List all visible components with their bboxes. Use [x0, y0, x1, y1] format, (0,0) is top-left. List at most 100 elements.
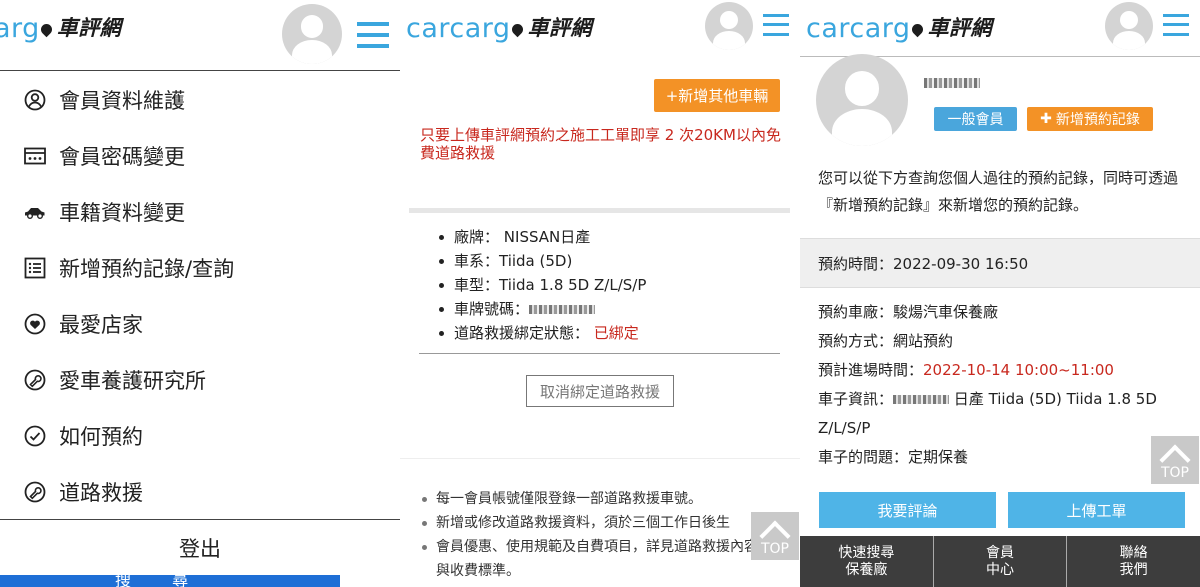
promo-note: 只要上傳車評網預約之施工工單即享 2 次20KM以內免費道路救援 [420, 126, 781, 162]
map-pin-icon [38, 21, 55, 38]
booking-intro: 您可以從下方查詢您個人過往的預約記錄，同時可透過『新增預約記錄』來新增您的預約記… [818, 169, 1179, 214]
menu-item-password[interactable]: 會員密碼變更 [0, 128, 400, 184]
menu-item-member-profile[interactable]: 會員資料維護 [0, 72, 400, 128]
profile-avatar [816, 54, 908, 146]
menu-item-label: 會員密碼變更 [59, 145, 185, 169]
hamburger-menu-icon[interactable] [763, 14, 789, 36]
avatar[interactable] [1105, 2, 1153, 50]
wrench-circle-icon [24, 369, 46, 391]
menu-panel: arg 車評網 會員資料維護 會員密碼變更 車籍資料變更 新增預約記錄/查詢 最… [0, 0, 400, 587]
add-booking-label: 新增預約記錄 [1055, 112, 1140, 128]
footer-label: 保養廠 [845, 561, 888, 578]
brand-cn: 車評網 [56, 16, 122, 40]
booking-panel: carcarg 車評網 一般會員 ✚ 新增預約記錄 您可以從下方查詢您個人過往的預約… [800, 0, 1200, 587]
footer-label: 中心 [986, 561, 1014, 578]
list-item: 廠牌： NISSAN日產 [439, 225, 790, 249]
password-card-icon [24, 145, 46, 167]
logout-button[interactable]: 登出 [0, 519, 400, 575]
hamburger-menu-icon[interactable] [1163, 14, 1189, 36]
list-item: 道路救援綁定狀態： 已綁定 [439, 321, 790, 345]
screenshot-collage: arg 車評網 會員資料維護 會員密碼變更 車籍資料變更 新增預約記錄/查詢 最… [0, 0, 1200, 587]
rescue-status-label: 道路救援綁定狀態： [454, 324, 590, 342]
booking-car-info: 車子資訊： 日產 Tiida (5D) Tiida 1.8 5D Z/L/S/P [818, 385, 1186, 443]
footer-label: 我們 [1119, 561, 1148, 578]
list-icon [24, 257, 46, 279]
heart-circle-icon [24, 313, 46, 335]
scroll-top-button[interactable]: TOP [1151, 436, 1199, 484]
list-item: 車型：Tiida 1.8 5D Z/L/S/P [439, 273, 790, 297]
eta-value: 2022-10-14 10:00~11:00 [923, 361, 1114, 379]
plus-icon: ✚ [1040, 111, 1052, 127]
footer-label: 快速搜尋 [838, 544, 895, 561]
menu-item-vehicle[interactable]: 車籍資料變更 [0, 184, 400, 240]
car-icon [24, 201, 46, 223]
vehicle-card: 廠牌： NISSAN日產 車系：Tiida (5D) 車型：Tiida 1.8 … [409, 208, 790, 430]
redacted-plate [893, 395, 950, 404]
brand-logo[interactable]: carcarg 車評網 [406, 12, 592, 44]
list-item: 會員優惠、使用規範及自費項目，詳見道路救援內容與收費標準。 [420, 535, 765, 583]
menu-item-car-care-lab[interactable]: 愛車養護研究所 [0, 352, 400, 408]
map-pin-icon [909, 21, 925, 38]
brand-logo[interactable]: arg 車評網 [0, 12, 121, 44]
search-bar-strip[interactable]: 搜 尋 [0, 575, 340, 587]
review-button[interactable]: 我要評論 [819, 492, 996, 528]
list-item: 每一會員帳號僅限登錄一部道路救援車號。 [420, 487, 765, 511]
vehicle-details: 廠牌： NISSAN日產 車系：Tiida (5D) 車型：Tiida 1.8 … [439, 225, 790, 345]
menu-item-label: 愛車養護研究所 [59, 369, 206, 393]
vehicle-panel: carcarg 車評網 +新增其他車輛 只要上傳車評網預約之施工工單即享 2 次2… [400, 0, 800, 587]
booking-details: 預約車廠：駿煬汽車保養廠 預約方式：網站預約 預計進場時間：2022-10-14… [818, 298, 1186, 472]
search-strip-label: 搜 尋 [115, 575, 207, 587]
brand-cn: 車評網 [527, 16, 593, 40]
car-info-label: 車子資訊： [818, 390, 894, 408]
menu-item-road-rescue[interactable]: 道路救援 [0, 464, 400, 520]
avatar[interactable] [705, 2, 753, 50]
plate-label: 車牌號碼： [454, 300, 530, 318]
list-item: 車牌號碼： [439, 297, 790, 321]
brand-cn: 車評網 [927, 16, 993, 40]
add-vehicle-button[interactable]: +新增其他車輛 [654, 79, 780, 112]
list-item: 新增或修改道路救援資料，須於三個工作日後生 [420, 511, 765, 535]
brand-latin: carcarg [806, 13, 911, 44]
upload-work-order-button[interactable]: 上傳工單 [1008, 492, 1185, 528]
footer-nav: 快速搜尋 保養廠 會員 中心 聯絡 我們 [800, 536, 1200, 587]
menu-item-favorite-shops[interactable]: 最愛店家 [0, 296, 400, 352]
footer-contact[interactable]: 聯絡 我們 [1067, 536, 1200, 587]
redacted-username [924, 78, 980, 88]
booking-time: 預約時間：2022-09-30 16:50 [800, 238, 1200, 288]
eta-label: 預計進場時間： [818, 361, 924, 379]
brand-value: NISSAN日產 [503, 228, 591, 246]
menu-item-label: 最愛店家 [59, 313, 143, 337]
add-booking-button[interactable]: ✚ 新增預約記錄 [1027, 107, 1153, 131]
footer-member-center[interactable]: 會員 中心 [934, 536, 1068, 587]
list-item: 車系：Tiida (5D) [439, 249, 790, 273]
notes-section: 每一會員帳號僅限登錄一部道路救援車號。 新增或修改道路救援資料，須於三個工作日後… [400, 458, 800, 587]
footer-label: 聯絡 [1119, 544, 1148, 561]
footer-label: 會員 [986, 544, 1014, 561]
redacted-plate [529, 305, 596, 314]
footer-quick-search[interactable]: 快速搜尋 保養廠 [800, 536, 934, 587]
menu-item-label: 新增預約記錄/查詢 [59, 257, 235, 281]
check-circle-icon [24, 425, 46, 447]
avatar[interactable] [282, 4, 342, 64]
menu-item-label: 如何預約 [59, 425, 143, 449]
brand-label: 廠牌： [454, 228, 500, 246]
rescue-status-value: 已綁定 [593, 324, 639, 342]
brand-logo[interactable]: carcarg 車評網 [806, 12, 992, 44]
divider [419, 353, 780, 354]
user-circle-icon [24, 89, 46, 111]
menu-item-label: 道路救援 [59, 481, 143, 505]
brand-latin: carcarg [406, 13, 511, 44]
unbind-rescue-button[interactable]: 取消綁定道路救援 [526, 375, 674, 407]
menu-item-label: 車籍資料變更 [59, 201, 185, 225]
menu-item-booking[interactable]: 新增預約記錄/查詢 [0, 240, 400, 296]
booking-eta: 預計進場時間：2022-10-14 10:00~11:00 [818, 356, 1186, 385]
menu-item-label: 會員資料維護 [59, 89, 185, 113]
wrench-circle-icon [24, 481, 46, 503]
menu-item-how-to-book[interactable]: 如何預約 [0, 408, 400, 464]
scroll-top-button[interactable]: TOP [751, 512, 799, 560]
hamburger-menu-icon[interactable] [357, 22, 389, 48]
booking-problem: 車子的問題：定期保養 [818, 448, 969, 466]
divider [0, 70, 400, 71]
map-pin-icon [509, 21, 525, 38]
booking-shop: 預約車廠：駿煬汽車保養廠 [818, 303, 999, 321]
